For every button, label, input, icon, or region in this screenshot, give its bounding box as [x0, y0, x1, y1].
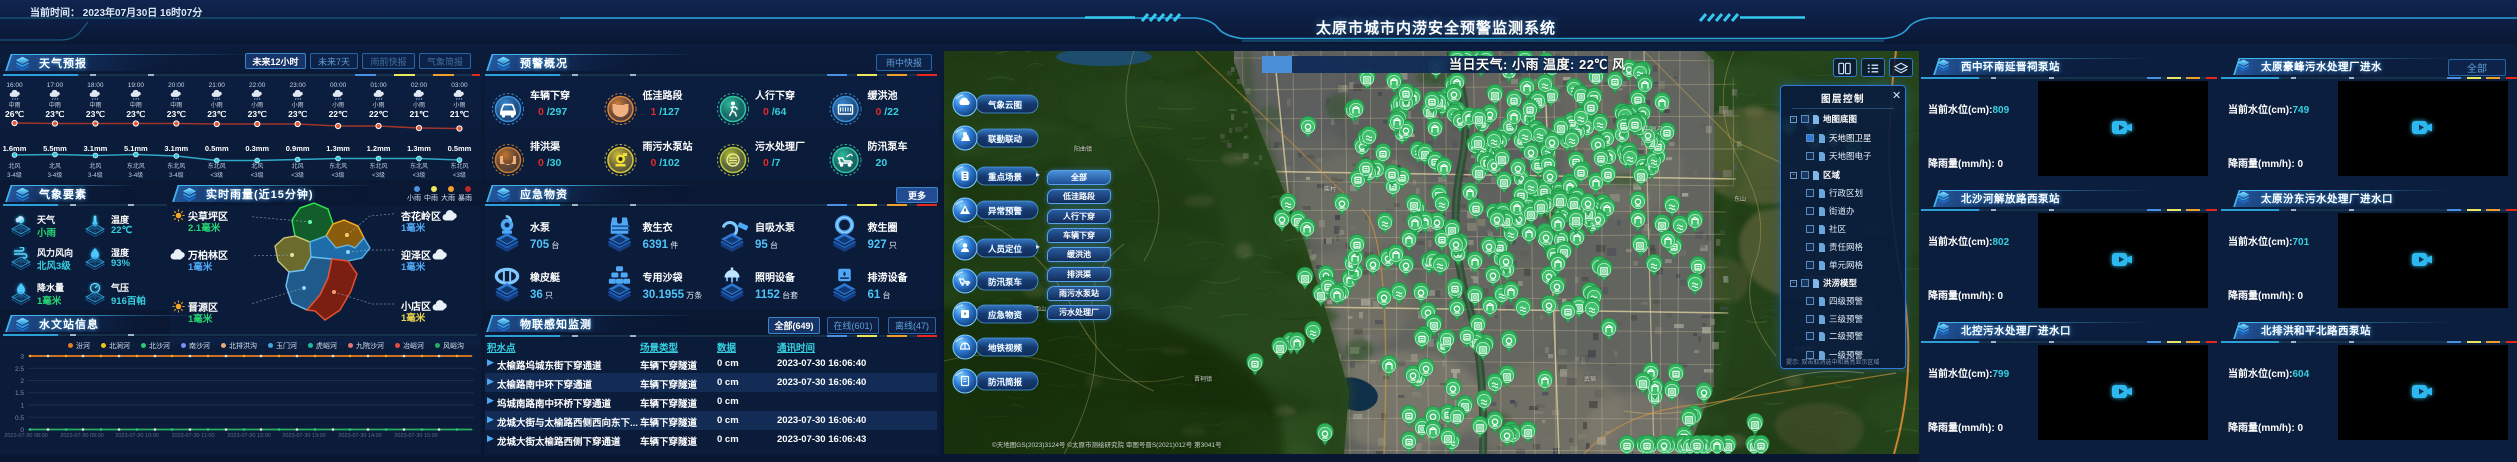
svg-text:东北风: 东北风 [208, 162, 226, 170]
svg-text:3-4级: 3-4级 [129, 171, 144, 179]
svg-text:<3级: <3级 [453, 171, 466, 179]
svg-text:1.3mm: 1.3mm [407, 144, 431, 153]
svg-text:1.2mm: 1.2mm [367, 144, 391, 153]
svg-text:0.5mm: 0.5mm [448, 144, 472, 153]
svg-text:2023-07-30 11:00: 2023-07-30 11:00 [171, 433, 214, 439]
svg-text:2023-07-30 09:00: 2023-07-30 09:00 [60, 433, 103, 439]
svg-text:3-4级: 3-4级 [48, 171, 63, 179]
svg-text:1: 1 [20, 403, 24, 410]
svg-text:©天地图GS(2023)3124号 ©太原市测绘研究院: ©天地图GS(2023)3124号 ©太原市测绘研究院 审图号晋S(2021)0… [992, 440, 1222, 449]
svg-text:0.3mm: 0.3mm [245, 144, 269, 153]
svg-text:中涧河: 中涧河 [1644, 125, 1662, 133]
svg-text:3-4级: 3-4级 [7, 171, 22, 179]
svg-text:北风: 北风 [8, 162, 20, 170]
svg-text:<3级: <3级 [372, 171, 385, 179]
svg-text:<3级: <3级 [413, 171, 426, 179]
svg-text:东山: 东山 [1734, 195, 1746, 203]
svg-text:1.5: 1.5 [15, 390, 24, 397]
svg-text:<3级: <3级 [332, 171, 345, 179]
svg-text:北风: 北风 [292, 162, 304, 170]
svg-text:2023-07-30 10:00: 2023-07-30 10:00 [115, 433, 158, 439]
svg-text:0.5mm: 0.5mm [205, 144, 229, 153]
svg-text:0.5: 0.5 [15, 415, 24, 422]
svg-text:2023-07-30 14:00: 2023-07-30 14:00 [338, 433, 381, 439]
svg-text:北风: 北风 [49, 162, 61, 170]
svg-text:东北风: 东北风 [329, 162, 347, 170]
svg-text:1.6mm: 1.6mm [3, 144, 27, 153]
svg-text:<3级: <3级 [291, 171, 304, 179]
svg-text:晋祠镇: 晋祠镇 [1194, 375, 1212, 383]
svg-text:0.9mm: 0.9mm [286, 144, 310, 153]
svg-text:北风: 北风 [251, 162, 263, 170]
svg-text:柴村: 柴村 [1324, 185, 1336, 193]
svg-text:<3级: <3级 [251, 171, 264, 179]
svg-text:2023-07-30 15:00: 2023-07-30 15:00 [394, 433, 437, 439]
svg-text:3-4级: 3-4级 [169, 171, 184, 179]
svg-text:2: 2 [20, 378, 24, 385]
svg-text:5.5mm: 5.5mm [43, 144, 67, 153]
svg-text:东北风: 东北风 [370, 162, 388, 170]
svg-text:<3级: <3级 [210, 171, 223, 179]
svg-text:1.3mm: 1.3mm [326, 144, 350, 153]
svg-text:2023-07-30 13:00: 2023-07-30 13:00 [282, 433, 325, 439]
svg-text:3.1mm: 3.1mm [164, 144, 188, 153]
svg-text:2.5: 2.5 [15, 366, 24, 373]
svg-text:3-4级: 3-4级 [88, 171, 103, 179]
svg-text:武宿: 武宿 [1584, 375, 1596, 383]
svg-text:2023-07-30 12:00: 2023-07-30 12:00 [227, 433, 270, 439]
svg-text:北风: 北风 [89, 162, 101, 170]
svg-text:东北风: 东北风 [127, 162, 145, 170]
svg-text:3: 3 [20, 354, 24, 361]
svg-text:东北风: 东北风 [450, 162, 468, 170]
svg-text:东北风: 东北风 [410, 162, 428, 170]
svg-text:3.1mm: 3.1mm [84, 144, 108, 153]
svg-text:2023-07-30 08:00: 2023-07-30 08:00 [4, 433, 47, 439]
svg-text:东北风: 东北风 [167, 162, 185, 170]
svg-text:5.1mm: 5.1mm [124, 144, 148, 153]
svg-text:阳曲镇: 阳曲镇 [1074, 145, 1092, 153]
